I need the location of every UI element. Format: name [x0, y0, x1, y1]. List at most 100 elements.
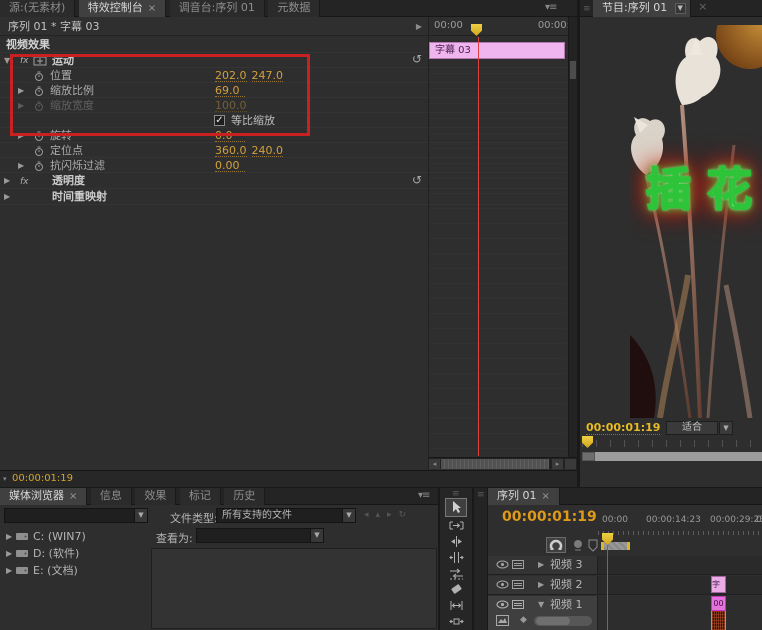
stopwatch-icon[interactable] — [34, 161, 44, 171]
program-mini-ruler[interactable] — [582, 440, 762, 447]
tab-program[interactable]: 节目:序列 01 ▼ — [593, 0, 691, 17]
chevron-right-icon[interactable]: ▶ — [416, 17, 422, 36]
program-scrollbar[interactable] — [582, 452, 762, 461]
slip-tool-icon[interactable] — [449, 598, 464, 612]
uniform-scale-checkbox[interactable]: ✓ — [214, 115, 225, 126]
marker-icon[interactable] — [588, 539, 598, 552]
timeline-ruler[interactable]: 00:00 00:00:14:23 00:00:29:23 00:0 — [598, 515, 762, 527]
file-type-dropdown[interactable]: 所有支持的文件▼ — [216, 508, 356, 523]
tab-effect-controls[interactable]: 特效控制台× — [79, 0, 166, 17]
twirl-right-icon[interactable]: ▶ — [18, 158, 28, 173]
playhead-line[interactable] — [478, 37, 479, 456]
twirl-right-icon[interactable]: ▶ — [18, 83, 28, 98]
stopwatch-icon[interactable] — [34, 71, 44, 81]
status-timecode[interactable]: 00:00:01:19 — [12, 473, 73, 484]
tab-sequence[interactable]: 序列 01× — [488, 488, 560, 505]
tab-effects[interactable]: 效果 — [135, 488, 176, 505]
rotation-value[interactable]: 0.0 — [215, 129, 245, 142]
timeline-grip-strip[interactable]: ≡ — [474, 488, 488, 630]
stopwatch-icon[interactable] — [34, 146, 44, 156]
clip-subtitle[interactable]: 字幕 — [711, 576, 726, 593]
track-header-video3[interactable]: ▶ 视频 3 — [488, 556, 598, 574]
track-select-tool-icon[interactable] — [449, 518, 464, 532]
clip-video1-thumbnail[interactable] — [711, 611, 726, 630]
close-icon[interactable]: × — [148, 3, 156, 14]
zoom-level-dropdown[interactable]: 适合▼ — [666, 421, 718, 435]
track-zoom-slider[interactable] — [534, 616, 592, 626]
tab-markers[interactable]: 标记 — [180, 488, 221, 505]
media-browser-content[interactable] — [151, 548, 437, 629]
twirl-right-icon[interactable]: ▶ — [4, 173, 14, 189]
tab-info[interactable]: 信息 — [91, 488, 132, 505]
scroll-right-icon[interactable]: ▸ — [552, 459, 563, 469]
sync-lock-icon[interactable] — [512, 600, 524, 609]
chevron-down-icon[interactable]: ▼ — [675, 3, 686, 14]
sync-lock-icon[interactable] — [512, 560, 524, 569]
mini-timeline-ruler[interactable]: 00:00 00:00: — [429, 17, 568, 36]
selection-tool-icon[interactable] — [449, 500, 464, 514]
scrollbar-thumb[interactable] — [570, 61, 576, 79]
tree-item-drive-e[interactable]: ▶ E: (文档) — [0, 562, 150, 579]
effect-controls-mini-timeline[interactable]: 00:00 00:00: 字幕 03 — [428, 17, 568, 457]
reset-effect-icon[interactable]: ↺ — [412, 52, 422, 67]
scrollbar-thumb[interactable] — [582, 452, 595, 461]
tree-item-drive-d[interactable]: ▶ D: (软件) — [0, 545, 150, 562]
track-header-video2[interactable]: ▶ 视频 2 — [488, 576, 598, 594]
scale-value[interactable]: 69.0 — [215, 84, 245, 97]
eye-icon[interactable] — [496, 560, 509, 569]
timeline-timecode[interactable]: 00:00:01:19 — [502, 509, 597, 525]
eye-icon[interactable] — [496, 600, 509, 609]
snap-toggle[interactable] — [546, 537, 566, 553]
reset-effect-icon[interactable]: ↺ — [412, 172, 422, 188]
track-lane-video3[interactable] — [598, 556, 762, 574]
view-as-dropdown[interactable]: ▼ — [196, 528, 324, 543]
track-lane-video1[interactable]: 00 — [598, 596, 762, 630]
nav-arrows-icons[interactable]: ◂▴▸↻ — [364, 510, 413, 520]
tab-metadata[interactable]: 元数据 — [268, 0, 320, 17]
position-x-value[interactable]: 202.0 — [215, 69, 247, 82]
ripple-edit-tool-icon[interactable] — [449, 534, 464, 548]
position-y-value[interactable]: 247.0 — [252, 69, 284, 82]
work-area-bar[interactable] — [601, 542, 630, 550]
tab-history[interactable]: 历史 — [224, 488, 265, 505]
antiflicker-value[interactable]: 0.00 — [215, 159, 245, 172]
twirl-right-icon[interactable]: ▶ — [4, 189, 14, 205]
twirl-down-icon[interactable]: ▼ — [4, 53, 14, 68]
anchor-y-value[interactable]: 240.0 — [252, 144, 284, 157]
close-icon[interactable]: × — [542, 491, 550, 502]
chevron-down-icon[interactable]: ▼ — [719, 421, 733, 435]
playhead-line[interactable] — [607, 540, 608, 630]
horizontal-scrollbar[interactable]: ◂ ▸ — [428, 457, 577, 469]
twirl-right-icon[interactable]: ▶ — [18, 128, 28, 143]
program-timecode[interactable]: 00:00:01:19 — [586, 421, 660, 435]
tab-source[interactable]: 源:(无素材) — [0, 0, 75, 17]
stopwatch-icon[interactable] — [34, 86, 44, 96]
panel-menu-icon[interactable]: ▾≡ — [418, 490, 429, 501]
tab-audio-mixer[interactable]: 调音台:序列 01 — [170, 0, 265, 17]
close-icon[interactable]: × — [698, 0, 707, 13]
slider-thumb[interactable] — [536, 617, 570, 625]
razor-tool-icon[interactable] — [449, 582, 464, 596]
chevron-down-icon[interactable]: ▼ — [342, 509, 355, 522]
scroll-left-icon[interactable]: ◂ — [429, 459, 440, 469]
keyframe-icon[interactable]: ◆ — [520, 615, 527, 625]
chevron-down-icon[interactable]: ▼ — [310, 529, 323, 542]
slide-tool-icon[interactable] — [449, 614, 464, 628]
rate-stretch-tool-icon[interactable] — [449, 566, 464, 580]
anchor-x-value[interactable]: 360.0 — [215, 144, 247, 157]
rolling-edit-tool-icon[interactable] — [449, 550, 464, 564]
directory-dropdown[interactable]: ▼ — [4, 508, 148, 523]
panel-menu-icon[interactable]: ▾≡ — [545, 2, 556, 13]
panel-grip-icon[interactable]: ≡ — [583, 4, 590, 14]
close-icon[interactable]: × — [69, 491, 77, 502]
twirl-right-icon[interactable]: ▶ — [6, 545, 16, 562]
vertical-scrollbar[interactable] — [568, 17, 577, 457]
tree-item-drive-c[interactable]: ▶ C: (WIN7) — [0, 528, 150, 545]
stopwatch-icon[interactable] — [34, 131, 44, 141]
twirl-right-icon[interactable]: ▶ — [6, 562, 16, 579]
mini-timeline-clip[interactable]: 字幕 03 — [429, 42, 565, 59]
chevron-down-icon[interactable]: ▼ — [134, 509, 147, 522]
track-lane-video2[interactable]: 字幕 — [598, 576, 762, 594]
sync-lock-icon[interactable] — [512, 580, 524, 589]
set-display-style-icon[interactable] — [496, 615, 509, 626]
